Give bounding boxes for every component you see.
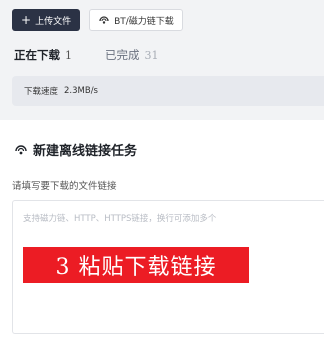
tab-downloading[interactable]: 正在下载 1 xyxy=(14,47,72,63)
plus-icon: + xyxy=(21,13,32,27)
tab-completed[interactable]: 已完成 31 xyxy=(105,47,159,63)
upload-file-label: 上传文件 xyxy=(35,16,72,27)
bt-magnet-download-button[interactable]: BT/磁力链下载 xyxy=(89,9,183,31)
tab-downloading-label: 正在下载 xyxy=(14,48,60,62)
dialog-title: 新建离线链接任务 xyxy=(14,140,137,159)
tab-completed-count: 31 xyxy=(144,49,159,62)
bt-magnet-download-label: BT/磁力链下载 xyxy=(114,16,174,27)
link-input-textarea[interactable]: 支持磁力链、HTTP、HTTPS链接，换行可添加多个 3 粘贴下载链接 xyxy=(12,200,324,334)
magnet-icon xyxy=(99,16,109,24)
download-speed-label: 下载速度 xyxy=(24,87,59,97)
link-input-placeholder: 支持磁力链、HTTP、HTTPS链接，换行可添加多个 xyxy=(23,214,217,224)
magnet-icon xyxy=(15,144,27,154)
download-speed-bar: 下载速度 2.3MB/s xyxy=(12,76,324,106)
download-tabs: 正在下载 1 已完成 31 xyxy=(14,47,159,63)
toolbar: + 上传文件 BT/磁力链下载 xyxy=(12,9,183,31)
download-manager-panel: + 上传文件 BT/磁力链下载 正在下载 1 已完成 31 下载速度 2.3MB… xyxy=(0,0,324,120)
upload-file-button[interactable]: + 上传文件 xyxy=(12,9,81,31)
dialog-instruction: 请填写要下载的文件链接 xyxy=(12,181,117,192)
download-speed-value: 2.3MB/s xyxy=(64,86,98,96)
tab-downloading-count: 1 xyxy=(65,49,72,62)
paste-link-banner: 3 粘贴下载链接 xyxy=(23,247,249,283)
tab-completed-label: 已完成 xyxy=(105,48,140,62)
dialog-title-text: 新建离线链接任务 xyxy=(33,144,138,159)
